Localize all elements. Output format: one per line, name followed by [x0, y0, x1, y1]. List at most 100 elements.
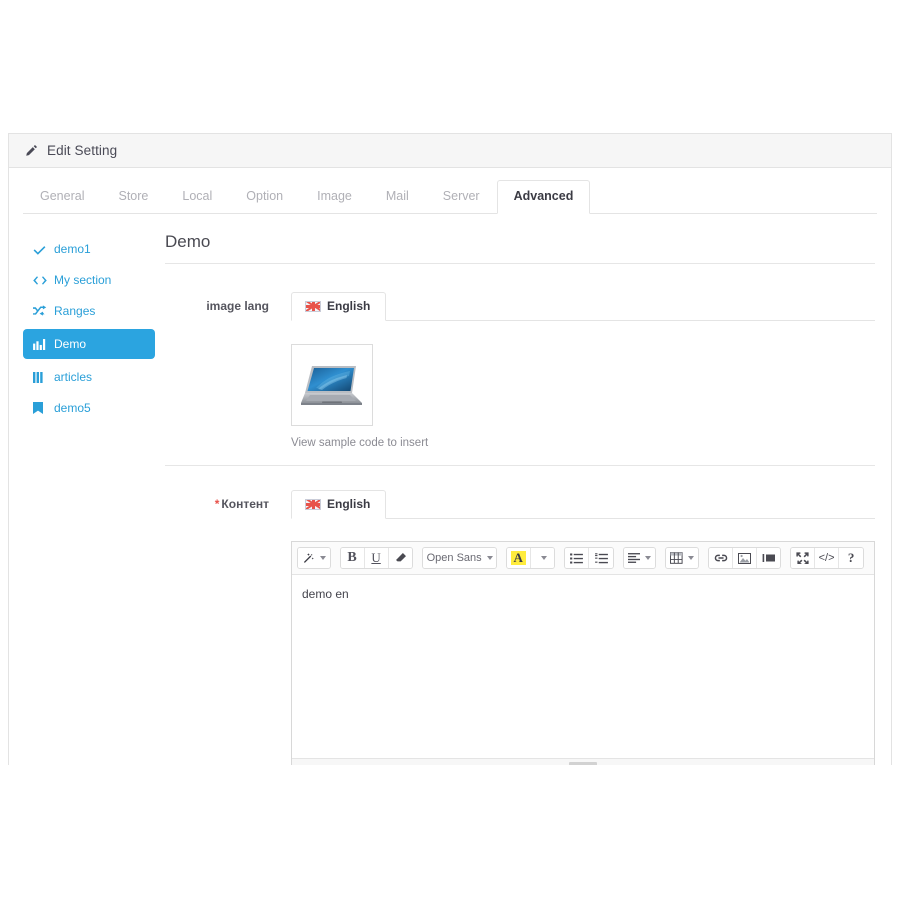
unordered-list-button[interactable] [565, 548, 590, 568]
font-family-value: Open Sans [426, 552, 482, 564]
tab-mail[interactable]: Mail [369, 180, 426, 214]
image-icon [738, 552, 751, 564]
sidebar-item-ranges[interactable]: Ranges [23, 298, 155, 324]
sidebar-item-label: Ranges [54, 304, 96, 318]
video-icon [762, 554, 775, 562]
insert-link-button[interactable] [709, 548, 733, 568]
ordered-list-button[interactable] [589, 548, 613, 568]
font-family-select[interactable]: Open Sans [422, 548, 496, 568]
link-icon [714, 554, 727, 562]
sidebar-item-demo5[interactable]: demo5 [23, 395, 155, 421]
tab-image[interactable]: Image [300, 180, 369, 214]
chevron-down-icon [688, 556, 694, 560]
tb-group-table [665, 547, 699, 569]
sidebar-item-label: articles [54, 370, 93, 384]
image-thumb-wrap: View sample code to insert [291, 321, 875, 465]
editor-toolbar: B U Open Sans A </> ? [292, 542, 874, 575]
editor-content-area[interactable]: demo en [292, 575, 874, 758]
sidebar-item-demo1[interactable]: demo1 [23, 236, 155, 262]
image-lang-tabs: English [291, 290, 875, 321]
settings-tabs: General Store Local Option Image Mail Se… [23, 180, 877, 214]
chevron-down-icon [541, 556, 548, 560]
panel-header: Edit Setting [9, 134, 891, 168]
rich-text-editor: B U Open Sans A </> ? demo en [291, 541, 875, 765]
section-sidebar: demo1 My section Ranges Demo articles de… [9, 232, 155, 765]
insert-image-button[interactable] [733, 548, 757, 568]
required-marker: * [214, 497, 220, 511]
content-lang-tabs: English [291, 488, 875, 519]
content-field: English B U Open Sans A </> ? demo en [291, 488, 875, 765]
numbered-list-icon [595, 552, 608, 563]
align-left-icon [627, 553, 641, 563]
sidebar-item-label: demo1 [54, 242, 91, 256]
fullscreen-button[interactable] [791, 548, 816, 568]
magic-wand-icon [303, 552, 314, 563]
insert-video-button[interactable] [757, 548, 781, 568]
tab-local[interactable]: Local [165, 180, 229, 214]
text-color-swatch: A [510, 551, 526, 565]
bookmark-icon [33, 402, 48, 414]
form-row-content: * Контент English B U Open Sans A </> ? … [165, 466, 875, 765]
clear-format-button[interactable] [388, 548, 412, 568]
sidebar-item-label: Demo [54, 337, 87, 351]
shuffle-icon [33, 305, 48, 317]
eraser-icon [395, 553, 406, 562]
tb-group-color: A [505, 547, 556, 569]
uk-flag-icon [305, 498, 321, 510]
code-view-button[interactable]: </> [815, 548, 840, 568]
editor-resize-handle[interactable] [569, 762, 597, 765]
content-label: * Контент [165, 488, 291, 765]
magic-wand-tool[interactable] [298, 548, 330, 568]
check-icon [33, 244, 48, 255]
lang-tab-english[interactable]: English [291, 292, 387, 321]
image-thumbnail[interactable] [291, 344, 373, 426]
uk-flag-icon [305, 300, 321, 312]
tab-store[interactable]: Store [101, 180, 165, 214]
editor-text: demo en [302, 587, 349, 601]
underline-button[interactable]: U [364, 548, 389, 568]
align-button[interactable] [623, 548, 656, 568]
tab-option[interactable]: Option [229, 180, 300, 214]
table-button[interactable] [666, 548, 698, 568]
section-title: Demo [165, 232, 875, 264]
tb-group-format: B U [339, 547, 413, 569]
tab-general[interactable]: General [23, 180, 101, 214]
text-color-button[interactable]: A [506, 548, 531, 568]
lang-tab-label: English [327, 299, 371, 313]
columns-icon [33, 371, 48, 383]
tb-group-font: Open Sans [421, 547, 497, 569]
sample-code-link[interactable]: View sample code to insert [291, 437, 875, 449]
tab-server[interactable]: Server [426, 180, 497, 214]
sidebar-item-articles[interactable]: articles [23, 364, 155, 390]
tb-group-view: </> ? [790, 547, 865, 569]
image-lang-field: English View sample code to insert [291, 290, 875, 465]
sidebar-item-label: demo5 [54, 401, 91, 415]
content-label-text: Контент [221, 497, 269, 511]
chevron-down-icon [319, 556, 326, 560]
sidebar-item-label: My section [54, 273, 112, 287]
lang-tab-label: English [327, 497, 371, 511]
tb-group-lists [564, 547, 614, 569]
bullet-list-icon [570, 552, 584, 564]
bold-button[interactable]: B [340, 548, 365, 568]
chevron-down-icon [645, 556, 652, 560]
lang-tab-english-content[interactable]: English [291, 490, 387, 519]
tab-advanced[interactable]: Advanced [496, 180, 591, 214]
sidebar-item-my-section[interactable]: My section [23, 267, 155, 293]
text-color-caret[interactable] [530, 548, 555, 568]
screen: Edit Setting General Store Local Option … [0, 0, 900, 900]
chevron-down-icon [486, 556, 493, 560]
tb-group-magic [297, 547, 331, 569]
editor-footer [292, 758, 874, 765]
panel-body: demo1 My section Ranges Demo articles de… [9, 214, 891, 765]
sidebar-item-demo[interactable]: Demo [23, 329, 155, 359]
page-title: Edit Setting [47, 143, 118, 158]
help-button[interactable]: ? [839, 548, 864, 568]
bar-chart-icon [33, 338, 48, 350]
image-lang-label: image lang [206, 299, 269, 313]
tb-group-align [622, 547, 657, 569]
code-icon [33, 275, 48, 286]
laptop-icon [301, 366, 362, 405]
tb-group-insert [708, 547, 782, 569]
editor-wrap: B U Open Sans A </> ? demo en [291, 519, 875, 765]
